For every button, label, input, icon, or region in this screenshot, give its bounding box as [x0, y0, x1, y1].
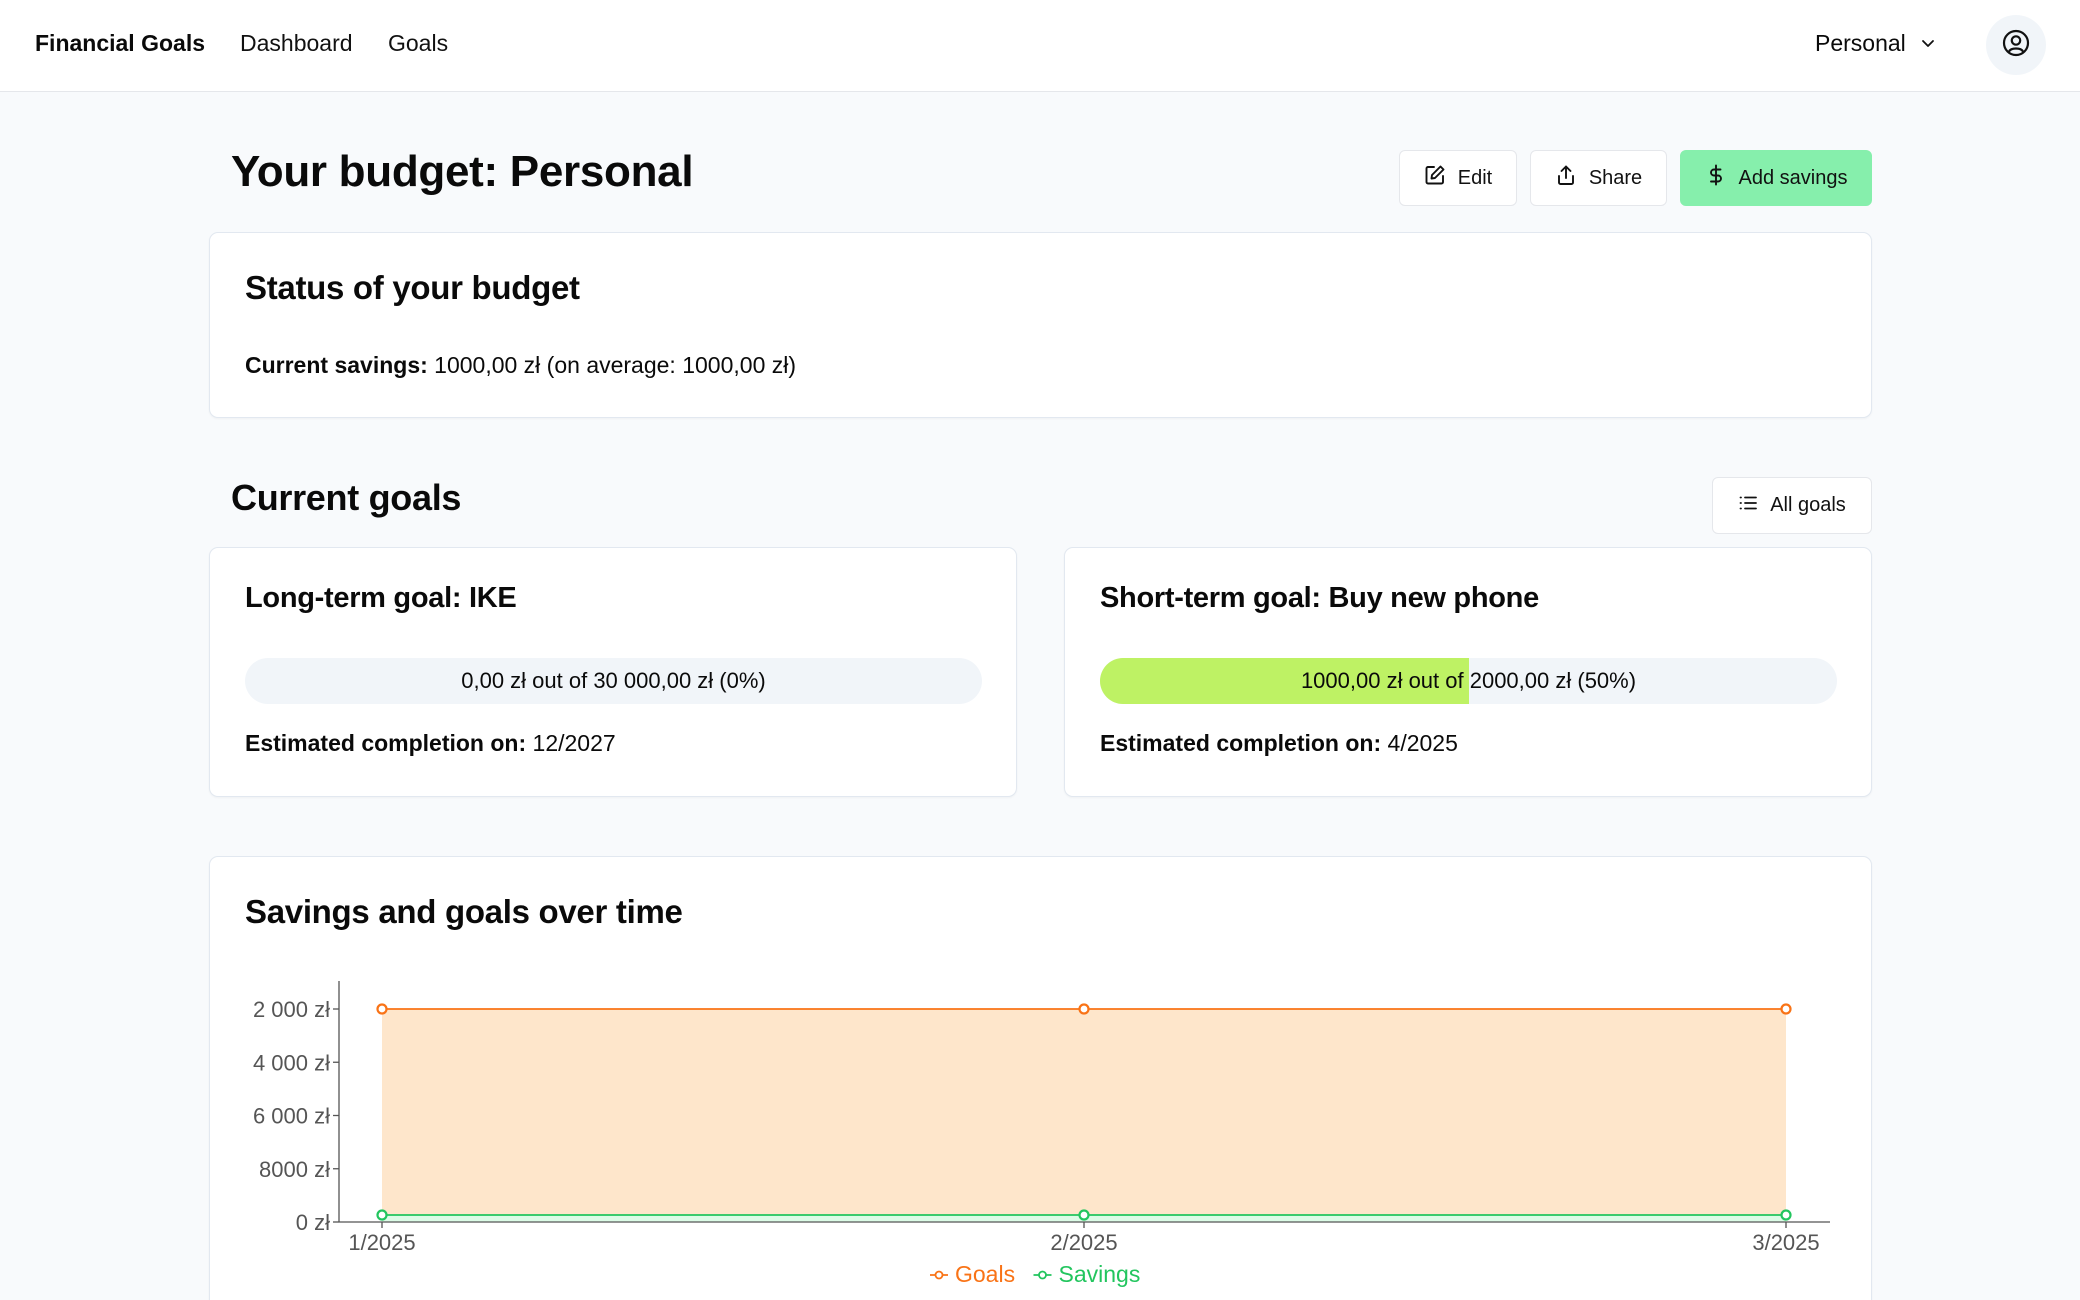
user-menu-button[interactable] — [1986, 15, 2046, 75]
legend-marker-savings — [1038, 1270, 1047, 1280]
add-savings-button-label: Add savings — [1738, 166, 1848, 189]
goal-progress-text: 1000,00 zł out of 2000,00 zł (50%) — [1300, 668, 1637, 693]
goal-card-long-term[interactable]: Long-term goal: IKE 0,00 zł out of 30 00… — [209, 547, 1017, 797]
goal-estimated-completion: Estimated completion on: 4/2025 — [1100, 730, 1458, 757]
upload-share-icon — [1555, 164, 1577, 192]
savings-goals-chart: 2 000 zł 4 000 zł 6 000 zł 8000 zł 0 zł 1/202… — [253, 981, 1830, 1287]
y-tick-label: 0 zł — [296, 1210, 330, 1235]
data-point-savings — [376, 1209, 388, 1221]
dollar-icon — [1705, 164, 1727, 192]
all-goals-button-label: All goals — [1770, 494, 1846, 516]
estimated-completion-label: Estimated completion on: — [245, 730, 527, 756]
current-savings-label: Current savings: — [245, 352, 428, 378]
current-savings-value: 1000,00 zł (on average: 1000,00 zł) — [434, 352, 797, 378]
goal-progress-bar: 0,00 zł out of 30 000,00 zł (0%) — [245, 658, 982, 704]
budget-status-card: Status of your budget Current savings: 1… — [209, 232, 1872, 418]
goal-progress-bar: 1000,00 zł out of 2000,00 zł (50%) — [1100, 658, 1837, 704]
data-point-goals — [376, 1003, 388, 1015]
savings-chart-card: Savings and goals over time 2 000 zł 4 00… — [209, 856, 1872, 1300]
goal-title: Short-term goal: Buy new phone — [1100, 582, 1539, 614]
edit-button-label: Edit — [1457, 166, 1493, 189]
data-point-savings — [1078, 1209, 1090, 1221]
y-tick-label: 8000 zł — [259, 1157, 330, 1182]
list-icon — [1738, 493, 1758, 519]
budget-selector-label: Personal — [1815, 30, 1906, 56]
nav-link-dashboard[interactable]: Dashboard — [240, 30, 353, 57]
y-tick-label: 6 000 zł — [253, 1104, 330, 1129]
data-point-goals — [1780, 1003, 1792, 1015]
y-tick-label: 4 000 zł — [253, 1050, 330, 1075]
legend-label-savings: Savings — [1059, 1261, 1141, 1287]
nav-link-goals[interactable]: Goals — [388, 30, 448, 57]
legend-label-goals: Goals — [955, 1261, 1015, 1287]
edit-button[interactable]: Edit — [1399, 150, 1517, 206]
y-tick-label: 2 000 zł — [253, 997, 330, 1022]
x-tick-label: 2/2025 — [1050, 1230, 1117, 1255]
current-goals-title: Current goals — [231, 477, 462, 518]
estimated-completion-value: 12/2027 — [532, 730, 616, 756]
share-button[interactable]: Share — [1530, 150, 1667, 206]
estimated-completion-label: Estimated completion on: — [1100, 730, 1382, 756]
legend-marker-goals — [934, 1270, 944, 1280]
current-savings-line: Current savings: 1000,00 zł (on average:… — [245, 352, 796, 379]
data-point-goals — [1078, 1003, 1090, 1015]
goal-estimated-completion: Estimated completion on: 12/2027 — [245, 730, 616, 757]
all-goals-button[interactable]: All goals — [1712, 477, 1872, 534]
series-area-goals — [382, 1009, 1786, 1222]
pencil-square-icon — [1424, 164, 1446, 192]
status-card-title: Status of your budget — [245, 269, 580, 306]
page-title: Your budget: Personal — [231, 147, 694, 196]
user-circle-icon — [2002, 29, 2030, 62]
goal-card-short-term[interactable]: Short-term goal: Buy new phone 1000,00 z… — [1064, 547, 1872, 797]
share-button-label: Share — [1588, 166, 1643, 189]
brand-logo[interactable]: Financial Goals — [35, 30, 205, 57]
chevron-down-icon — [1920, 30, 1936, 57]
add-savings-button[interactable]: Add savings — [1680, 150, 1872, 206]
data-point-savings — [1780, 1209, 1792, 1221]
top-navigation: Financial Goals Dashboard Goals Personal — [0, 0, 2080, 92]
x-tick-label: 3/2025 — [1752, 1230, 1819, 1255]
goal-progress-text: 0,00 zł out of 30 000,00 zł (0%) — [461, 668, 766, 693]
estimated-completion-value: 4/2025 — [1387, 730, 1458, 756]
x-tick-label: 1/2025 — [348, 1230, 415, 1255]
goal-title: Long-term goal: IKE — [245, 582, 517, 614]
budget-selector[interactable]: Personal — [1815, 30, 1936, 57]
